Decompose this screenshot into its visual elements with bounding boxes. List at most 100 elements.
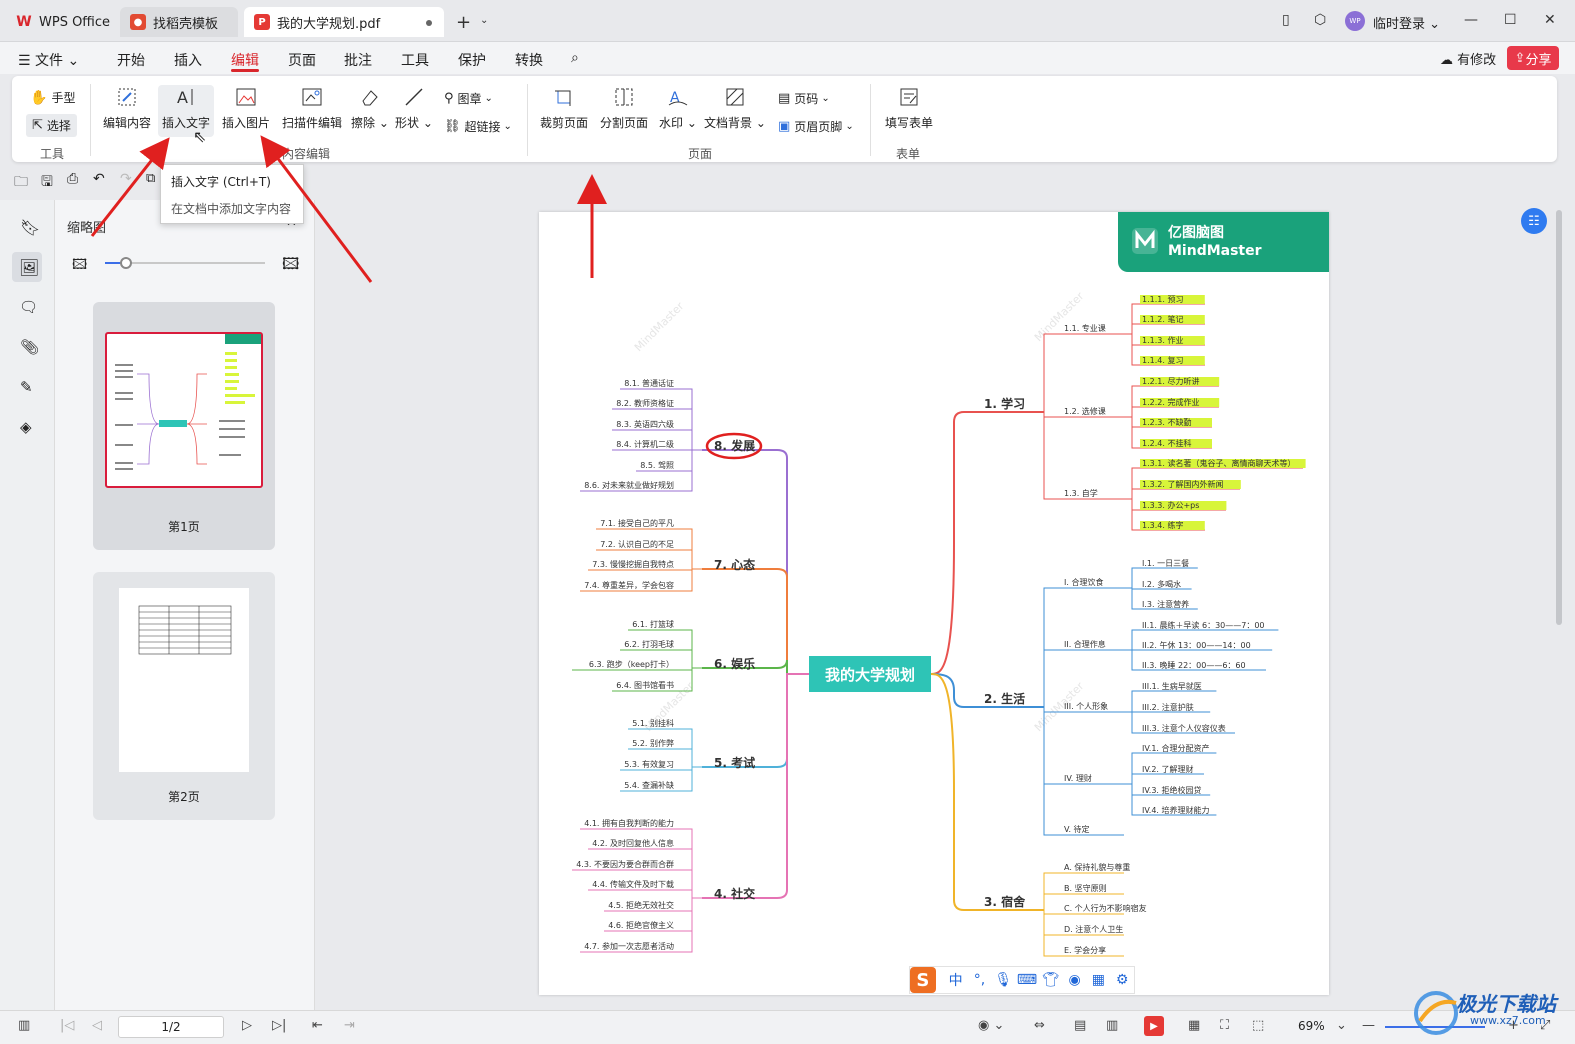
fit-page-icon[interactable]: ⛶ [1220,1018,1229,1033]
cube-icon[interactable]: ⬡ [1314,12,1326,28]
keyboard-icon[interactable]: ⌨ [1015,972,1039,988]
open-folder-icon[interactable]: 🗀 [14,171,30,190]
redo-icon[interactable]: ↷ [120,171,136,187]
last-page-icon[interactable]: ▷| [272,1018,286,1033]
menu-page[interactable]: 页面 [288,50,316,70]
two-page-icon[interactable]: ▥ [1106,1018,1118,1033]
ai-assistant-button[interactable]: ☷ [1521,208,1547,234]
close-icon[interactable]: ✕ [1544,12,1556,28]
insert-image-button[interactable]: 插入图片 [218,86,274,131]
group-label-content-edit: 内容编辑 [282,147,331,161]
print-icon[interactable]: ⎙ [67,171,83,187]
sub-topic-label: C. 个人行为不影响宿友 [1064,903,1147,913]
save-icon[interactable]: 🖫 [41,171,57,190]
edit-content-label: 编辑内容 [102,116,151,130]
settings-icon[interactable]: ⚙ [1110,972,1134,988]
prev-page-icon[interactable]: ◁ [92,1018,102,1033]
comment-icon[interactable]: 🗨︎ [19,298,38,316]
maximize-icon[interactable]: ☐ [1504,12,1517,28]
unsaved-dot-icon[interactable] [426,20,432,26]
thumbnail-icon[interactable]: 🖼︎ [19,258,39,277]
zoom-out-icon[interactable]: — [1362,1018,1375,1033]
crop-view-icon[interactable]: ⬚ [1252,1018,1264,1033]
page-number-button[interactable]: ▤ 页码 ⌄ [778,90,830,107]
chevron-down-icon[interactable]: ⌄ [480,15,488,26]
shape-button[interactable]: 形状 ⌄ [394,86,434,131]
scan-edit-button[interactable]: 扫描件编辑 [278,86,346,131]
erase-button[interactable]: 擦除 ⌄ [350,86,390,131]
attachment-icon[interactable]: 📎︎ [20,338,39,356]
watermark-icon: A [668,90,688,106]
erase-label: 擦除 ⌄ [351,116,389,130]
quick-access-toolbar: 🗀 🖫 ⎙ ↶ ↷ ⧉ [0,166,160,192]
first-page-icon[interactable]: |◁ [60,1018,74,1033]
menu-edit[interactable]: 编辑 [231,50,259,70]
doc-background-button[interactable]: 文档背景 ⌄ [704,86,766,131]
menu-tools[interactable]: 工具 [401,50,429,70]
menu-protect[interactable]: 保护 [458,50,486,70]
forward-icon[interactable]: ⇥ [344,1018,355,1033]
play-icon[interactable]: ▶ [1144,1016,1164,1036]
search-icon[interactable]: ⌕ [571,50,579,66]
toggle-sidebar-icon[interactable]: ▥ [18,1018,30,1033]
reading-mode-icon[interactable]: ▦ [1188,1018,1200,1033]
tab-pdf-document[interactable]: P 我的大学规划.pdf [244,7,444,37]
skin-icon[interactable]: 👕︎ [1039,972,1063,988]
menu-file[interactable]: ☰ 文件 ⌄ [18,50,79,70]
menu-convert[interactable]: 转换 [515,50,543,70]
tab-docer-templates[interactable]: ● 找稻壳模板 [120,7,238,37]
sub-topic-label: D. 注意个人卫生 [1064,924,1123,934]
ime-language[interactable]: 中 [944,970,968,990]
microphone-icon[interactable]: 🎙︎ [991,972,1015,988]
new-tab-icon[interactable]: + [456,12,471,33]
menu-annotate[interactable]: 批注 [344,50,372,70]
thumbnail-zoom-handle[interactable] [120,257,132,269]
edit-content-button[interactable]: 编辑内容 [100,86,154,131]
sogou-ime-icon[interactable]: S [910,967,936,993]
large-image-icon[interactable]: 🖾 [282,253,299,280]
tab-label: 找稻壳模板 [153,16,219,32]
tab-wps-office[interactable]: W WPS Office [6,7,114,37]
document-viewer[interactable]: MindMaster MindMaster MindMaster MindMaster… [316,200,1561,1010]
hyperlink-button[interactable]: ⛓ 超链接 ⌄ [444,118,512,135]
sub-topic-label: I. 合理饮食 [1064,577,1103,587]
share-button[interactable]: ⇪ 分享 [1507,46,1559,70]
eye-icon[interactable]: ◉ ⌄ [978,1018,1004,1033]
ime-toolbar[interactable]: S 中 °, 🎙︎ ⌨ 👕︎ ◉ ▦ ⚙ [909,966,1135,994]
apps-grid-icon[interactable]: ▦ [1086,972,1110,988]
zoom-level[interactable]: 69% [1298,1019,1325,1033]
split-page-button[interactable]: 分割页面 [596,86,652,131]
game-icon[interactable]: ◉ [1063,972,1087,988]
next-page-icon[interactable]: ▷ [242,1018,252,1033]
watermark-button[interactable]: A 水印 ⌄ [656,86,700,131]
fill-form-button[interactable]: 填写表单 [880,86,938,131]
leaf-label: IV.2. 了解理财 [1142,764,1194,774]
punctuation-icon[interactable]: °, [968,972,992,988]
signature-icon[interactable]: ✎ [20,378,38,396]
branch-label: 2. 生活 [984,691,1025,706]
zoom-dropdown-icon[interactable]: ⌄ [1336,1018,1347,1033]
header-footer-button[interactable]: ▣ 页眉页脚 ⌄ [778,118,854,135]
page-thumbnail-1[interactable]: 第1页 [93,302,275,550]
hand-tool-button[interactable]: ✋ 手型 [30,89,75,106]
back-icon[interactable]: ⇤ [312,1018,323,1033]
select-tool-button[interactable]: ⇱ 选择 [26,114,77,137]
layout-icon[interactable]: ▯ [1282,12,1290,28]
modified-status[interactable]: ☁ 有修改 [1440,49,1496,68]
menu-start[interactable]: 开始 [117,50,145,70]
login-button[interactable]: 临时登录 ⌄ [1373,13,1440,32]
single-page-icon[interactable]: ▤ [1074,1018,1086,1033]
bookmark-icon[interactable]: 🔖︎ [20,218,40,237]
small-image-icon[interactable]: 🖾 [72,254,87,278]
vertical-scrollbar[interactable] [1556,210,1562,625]
page-thumbnail-2[interactable]: 第2页 [93,572,275,820]
crop-page-button[interactable]: 裁剪页面 [536,86,592,131]
page-number-input[interactable]: 1/2 [118,1016,224,1038]
menu-insert[interactable]: 插入 [174,50,202,70]
undo-icon[interactable]: ↶ [93,171,109,187]
avatar[interactable]: WP [1345,11,1365,31]
fit-width-icon[interactable]: ⇔ [1034,1018,1045,1033]
minimize-icon[interactable]: — [1464,12,1478,28]
layers-icon[interactable]: ◈ [20,418,38,436]
stamp-button[interactable]: ⚲ 图章 ⌄ [444,90,493,107]
